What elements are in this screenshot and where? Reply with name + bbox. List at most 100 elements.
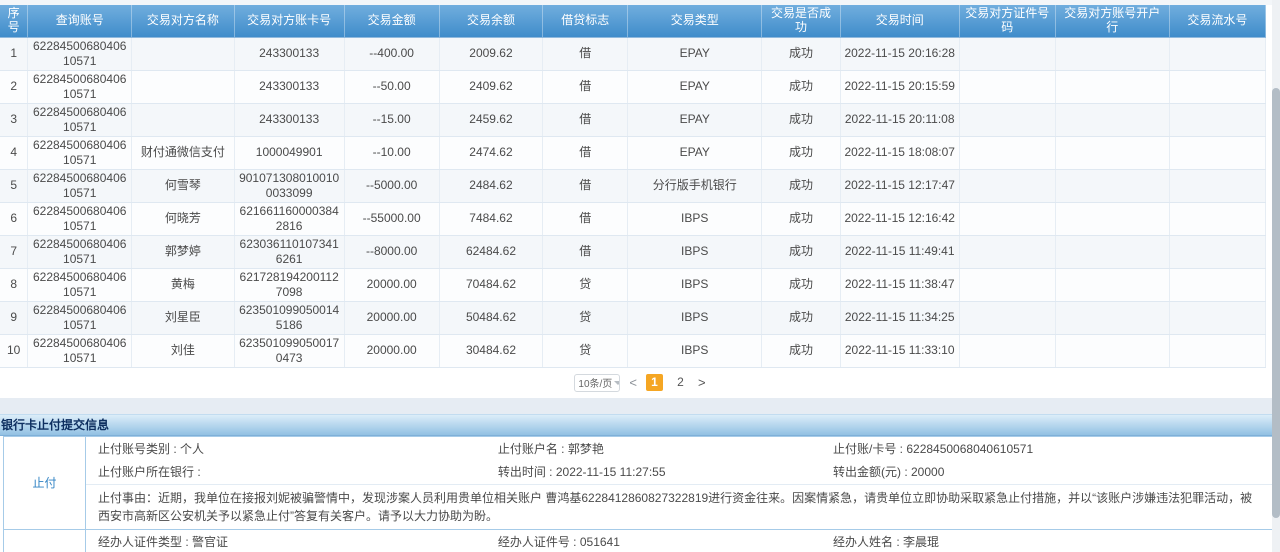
table-row: 46228450068040610571财付通微信支付1000049901--1… <box>0 136 1266 169</box>
field-transfer-time: 转出时间 : 2022-11-15 11:27:55 <box>498 464 833 481</box>
table-cell: EPAY <box>628 70 762 103</box>
field-row: 经办人证件类型 : 警官证 经办人证件号 : 051641 经办人姓名 : 李晨… <box>86 530 1274 552</box>
table-cell <box>1169 169 1265 202</box>
table-cell: 何晓芳 <box>132 202 235 235</box>
transactions-header-row: 序号查询账号交易对方名称交易对方账卡号交易金额交易余额借贷标志交易类型交易是否成… <box>0 5 1266 37</box>
table-cell <box>959 70 1055 103</box>
field-cert-type: 经办人证件类型 : 警官证 <box>98 534 498 551</box>
table-cell: 6228450068040610571 <box>28 103 132 136</box>
table-row: 26228450068040610571243300133--50.002409… <box>0 70 1266 103</box>
table-cell <box>959 301 1055 334</box>
table-cell: 6228450068040610571 <box>28 235 132 268</box>
table-cell: 借 <box>543 202 628 235</box>
table-cell <box>1169 235 1265 268</box>
column-header: 交易对方账卡号 <box>234 5 344 37</box>
table-cell <box>1055 202 1169 235</box>
column-header: 交易时间 <box>840 5 959 37</box>
table-cell: 2022-11-15 18:08:07 <box>840 136 959 169</box>
table-cell <box>1169 202 1265 235</box>
table-row: 56228450068040610571何雪琴90107130801001000… <box>0 169 1266 202</box>
table-cell <box>1055 235 1169 268</box>
table-cell: 成功 <box>762 334 840 367</box>
table-cell <box>132 37 235 70</box>
page-size-label: 10条/页 <box>578 375 612 390</box>
table-cell: --5000.00 <box>344 169 439 202</box>
pagination-pages: 12 <box>646 374 689 391</box>
table-cell: 贷 <box>543 334 628 367</box>
table-cell <box>1055 103 1169 136</box>
page-button-2[interactable]: 2 <box>672 374 689 391</box>
table-cell: 6230361101073416261 <box>234 235 344 268</box>
table-cell: 2022-11-15 20:11:08 <box>840 103 959 136</box>
field-agent-name: 经办人姓名 : 李晨琨 <box>833 534 1274 551</box>
table-cell: --55000.00 <box>344 202 439 235</box>
table-cell <box>1169 301 1265 334</box>
table-cell <box>1169 268 1265 301</box>
group-label-zhifu: 止付 <box>4 437 86 530</box>
table-cell <box>1055 70 1169 103</box>
table-cell <box>1169 70 1265 103</box>
table-cell <box>132 70 235 103</box>
column-header: 交易类型 <box>628 5 762 37</box>
table-cell: 成功 <box>762 235 840 268</box>
page-size-select[interactable]: 10条/页 <box>574 374 620 392</box>
table-cell: IBPS <box>628 301 762 334</box>
column-header: 序号 <box>0 5 28 37</box>
table-cell: 9010713080100100033099 <box>234 169 344 202</box>
table-cell: 郭梦婷 <box>132 235 235 268</box>
table-cell: 借 <box>543 70 628 103</box>
table-cell <box>959 103 1055 136</box>
table-cell <box>959 136 1055 169</box>
table-cell: 4 <box>0 136 28 169</box>
table-cell: 10 <box>0 334 28 367</box>
table-cell: 成功 <box>762 37 840 70</box>
table-cell <box>1055 136 1169 169</box>
next-page-button[interactable]: > <box>698 376 706 389</box>
column-header: 查询账号 <box>28 5 132 37</box>
table-cell: 20000.00 <box>344 334 439 367</box>
group-label-agent: 经办信息 <box>4 530 86 552</box>
table-cell: 成功 <box>762 268 840 301</box>
table-cell: 70484.62 <box>439 268 543 301</box>
table-cell <box>959 37 1055 70</box>
table-cell <box>1169 103 1265 136</box>
table-cell <box>1055 268 1169 301</box>
prev-page-button[interactable]: < <box>629 376 637 389</box>
table-cell: 243300133 <box>234 37 344 70</box>
table-cell <box>1169 37 1265 70</box>
table-cell: 2474.62 <box>439 136 543 169</box>
page-button-1[interactable]: 1 <box>646 374 663 391</box>
table-cell: 借 <box>543 136 628 169</box>
field-row: 止付账户所在银行 : 转出时间 : 2022-11-15 11:27:55 转出… <box>86 460 1274 484</box>
table-cell: 2 <box>0 70 28 103</box>
table-cell: 刘星臣 <box>132 301 235 334</box>
group-label-text: 止付 <box>32 474 56 491</box>
table-cell: 成功 <box>762 136 840 169</box>
table-cell: 3 <box>0 103 28 136</box>
table-cell: 2022-11-15 20:15:59 <box>840 70 959 103</box>
table-cell: 2009.62 <box>439 37 543 70</box>
table-cell: 9 <box>0 301 28 334</box>
table-cell <box>1169 334 1265 367</box>
column-header: 交易是否成功 <box>762 5 840 37</box>
table-cell: 6228450068040610571 <box>28 202 132 235</box>
table-cell: 成功 <box>762 169 840 202</box>
table-cell <box>132 103 235 136</box>
table-cell: 借 <box>543 37 628 70</box>
table-cell: 成功 <box>762 301 840 334</box>
column-header: 交易余额 <box>439 5 543 37</box>
table-cell: 分行版手机银行 <box>628 169 762 202</box>
table-cell: 6217281942001127098 <box>234 268 344 301</box>
table-cell: 1000049901 <box>234 136 344 169</box>
table-cell: --8000.00 <box>344 235 439 268</box>
table-cell: 贷 <box>543 268 628 301</box>
field-bank: 止付账户所在银行 : <box>98 464 498 481</box>
table-cell <box>1055 37 1169 70</box>
table-cell: 6235010990500145186 <box>234 301 344 334</box>
table-cell <box>959 169 1055 202</box>
table-cell: 5 <box>0 169 28 202</box>
table-cell: 财付通微信支付 <box>132 136 235 169</box>
vertical-scrollbar-thumb[interactable] <box>1272 88 1280 518</box>
stop-payment-panel: 止付 止付账号类别 : 个人 止付账户名 : 郭梦艳 止付账/卡号 : 6228… <box>3 436 1275 552</box>
vertical-scrollbar-track[interactable] <box>1272 0 1280 552</box>
